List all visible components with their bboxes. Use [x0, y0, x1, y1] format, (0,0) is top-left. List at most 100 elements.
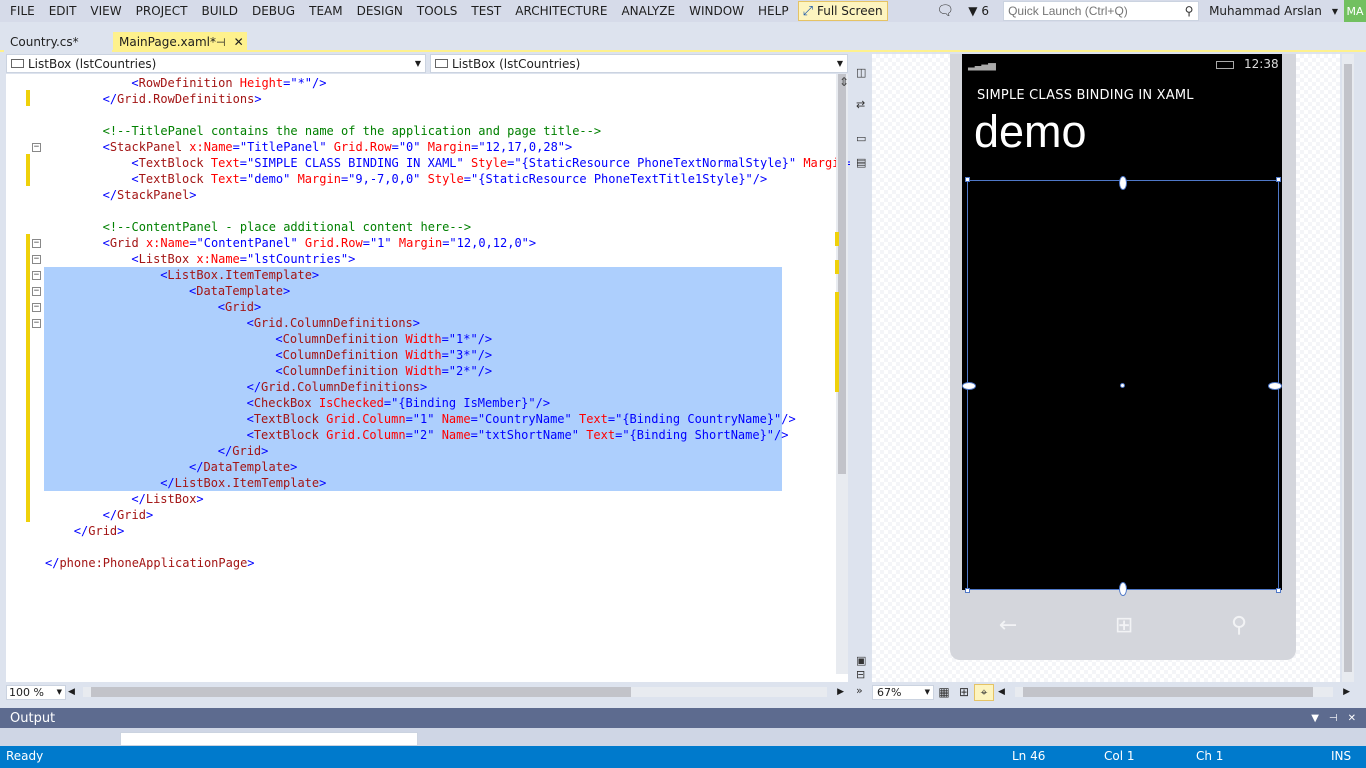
code-line[interactable]: </phone:PhoneApplicationPage>	[6, 555, 848, 571]
scroll-left-icon[interactable]: ◀	[66, 687, 77, 697]
menu-test[interactable]: TEST	[464, 0, 508, 22]
page-title[interactable]: demo	[974, 106, 1087, 158]
fold-toggle-icon[interactable]: −	[32, 287, 41, 296]
close-icon[interactable]: ✕	[234, 35, 244, 49]
code-line[interactable]: </ListBox>	[6, 491, 848, 507]
scrollbar-thumb[interactable]	[838, 74, 846, 474]
code-line[interactable]: <RowDefinition Height="*"/>	[6, 75, 848, 91]
menu-file[interactable]: FILE	[0, 0, 42, 22]
tab-mainpage-xaml[interactable]: MainPage.xaml* ⊣ ✕	[113, 32, 247, 52]
code-line[interactable]: − <ListBox x:Name="lstCountries">	[6, 251, 848, 267]
menu-tools[interactable]: TOOLS	[410, 0, 465, 22]
code-line[interactable]: − <Grid>	[6, 299, 848, 315]
code-line[interactable]: </Grid>	[6, 443, 848, 459]
quick-launch-input[interactable]	[1004, 4, 1181, 18]
xaml-code-editor[interactable]: <RowDefinition Height="*"/> </Grid.RowDef…	[6, 74, 861, 682]
chevron-down-icon[interactable]: ▼	[1326, 7, 1344, 16]
menu-team[interactable]: TEAM	[302, 0, 349, 22]
search-icon[interactable]: ⚲	[1180, 4, 1198, 18]
menu-debug[interactable]: DEBUG	[245, 0, 302, 22]
menu-view[interactable]: VIEW	[83, 0, 128, 22]
menu-analyze[interactable]: ANALYZE	[614, 0, 682, 22]
center-handle[interactable]	[1120, 383, 1125, 388]
fold-toggle-icon[interactable]: −	[32, 271, 41, 280]
menu-edit[interactable]: EDIT	[42, 0, 84, 22]
horizontal-split-icon[interactable]: ▭	[856, 132, 866, 145]
menu-build[interactable]: BUILD	[194, 0, 244, 22]
output-source-select[interactable]	[120, 732, 418, 746]
expand-icon[interactable]: ◫	[856, 66, 866, 79]
fold-toggle-icon[interactable]: −	[32, 239, 41, 248]
element-dropdown-left[interactable]: ListBox (lstCountries) ▼	[6, 54, 426, 73]
snap-grid-icon[interactable]: ⊞	[954, 685, 974, 699]
scrollbar-thumb[interactable]	[1344, 64, 1352, 672]
editor-horizontal-scrollbar[interactable]	[82, 687, 828, 697]
code-line[interactable]: </Grid>	[6, 523, 848, 539]
collapse-icon[interactable]: ⊟	[856, 668, 865, 681]
code-line[interactable]: </StackPanel>	[6, 187, 848, 203]
fold-toggle-icon[interactable]: −	[32, 303, 41, 312]
code-line[interactable]: </Grid>	[6, 507, 848, 523]
resize-handle-right[interactable]	[1268, 382, 1282, 390]
code-line[interactable]: <TextBlock Grid.Column="2" Name="txtShor…	[6, 427, 848, 443]
code-line[interactable]: </Grid.ColumnDefinitions>	[6, 379, 848, 395]
code-line[interactable]	[6, 539, 848, 555]
designer-vertical-scrollbar[interactable]	[1342, 54, 1354, 682]
code-line[interactable]: </DataTemplate>	[6, 459, 848, 475]
fold-toggle-icon[interactable]: −	[32, 255, 41, 264]
resize-handle-top[interactable]	[1119, 176, 1127, 190]
menu-window[interactable]: WINDOW	[682, 0, 751, 22]
code-line[interactable]: <TextBlock Grid.Column="1" Name="Country…	[6, 411, 848, 427]
code-line[interactable]: <CheckBox IsChecked="{Binding IsMember}"…	[6, 395, 848, 411]
scrollbar-thumb[interactable]	[90, 687, 631, 697]
designer-horizontal-scrollbar[interactable]	[1014, 687, 1334, 697]
menu-project[interactable]: PROJECT	[129, 0, 195, 22]
code-line[interactable]: − <Grid x:Name="ContentPanel" Grid.Row="1…	[6, 235, 848, 251]
full-screen-button[interactable]: ⤢ Full Screen	[797, 1, 888, 21]
expand-pane-icon[interactable]: »	[856, 684, 863, 697]
code-line[interactable]: <TextBlock Text="demo" Margin="9,-7,0,0"…	[6, 171, 848, 187]
split-icon[interactable]: ⇕	[839, 75, 849, 89]
resize-handle[interactable]	[1276, 177, 1281, 182]
close-icon[interactable]: ✕	[1348, 713, 1356, 724]
element-dropdown-right[interactable]: ListBox (lstCountries) ▼	[430, 54, 848, 73]
pin-icon[interactable]: ⊣	[216, 36, 226, 49]
menu-help[interactable]: HELP	[751, 0, 796, 22]
quick-launch[interactable]: ⚲	[1003, 1, 1200, 21]
code-line[interactable]: <!--ContentPanel - place additional cont…	[6, 219, 848, 235]
grid-icon[interactable]: ▦	[934, 685, 954, 699]
user-name[interactable]: Muhammad Arslan	[1199, 4, 1326, 18]
code-line[interactable]: </Grid.RowDefinitions>	[6, 91, 848, 107]
code-line[interactable]: <ColumnDefinition Width="1*"/>	[6, 331, 848, 347]
code-line[interactable]: </ListBox.ItemTemplate>	[6, 475, 848, 491]
fold-toggle-icon[interactable]: −	[32, 143, 41, 152]
code-line[interactable]: <ColumnDefinition Width="2*"/>	[6, 363, 848, 379]
scroll-right-icon[interactable]: ▶	[833, 687, 848, 697]
pin-icon[interactable]: ⊣	[1329, 713, 1338, 724]
designer-zoom-select[interactable]: 67% ▼	[872, 684, 934, 700]
tab-country-cs[interactable]: Country.cs*	[4, 32, 112, 52]
resize-handle-left[interactable]	[962, 382, 976, 390]
chevron-down-icon[interactable]: ▼	[1311, 713, 1319, 724]
resize-handle[interactable]	[965, 588, 970, 593]
snap-lines-icon[interactable]: ⌖	[974, 683, 994, 701]
code-line[interactable]: − <StackPanel x:Name="TitlePanel" Grid.Ro…	[6, 139, 848, 155]
code-line[interactable]: <!--TitlePanel contains the name of the …	[6, 123, 848, 139]
code-line[interactable]: − <DataTemplate>	[6, 283, 848, 299]
editor-zoom-select[interactable]: 100 % ▼	[6, 684, 66, 700]
menu-architecture[interactable]: ARCHITECTURE	[508, 0, 614, 22]
scroll-right-icon[interactable]: ▶	[1339, 687, 1354, 697]
resize-handle[interactable]	[965, 177, 970, 182]
chat-icon[interactable]: 🗨	[930, 3, 960, 19]
scrollbar-thumb[interactable]	[1022, 687, 1313, 697]
code-line[interactable]: − <Grid.ColumnDefinitions>	[6, 315, 848, 331]
code-line[interactable]: <TextBlock Text="SIMPLE CLASS BINDING IN…	[6, 155, 861, 171]
app-title[interactable]: SIMPLE CLASS BINDING IN XAML	[977, 88, 1194, 103]
swap-panes-icon[interactable]: ⇄	[856, 98, 865, 111]
code-line[interactable]	[6, 107, 848, 123]
scroll-left-icon[interactable]: ◀	[994, 687, 1009, 697]
fold-toggle-icon[interactable]: −	[32, 319, 41, 328]
resize-handle-bottom[interactable]	[1119, 582, 1127, 596]
notifications-button[interactable]: ▼ 6	[960, 4, 997, 18]
code-line[interactable]	[6, 203, 848, 219]
